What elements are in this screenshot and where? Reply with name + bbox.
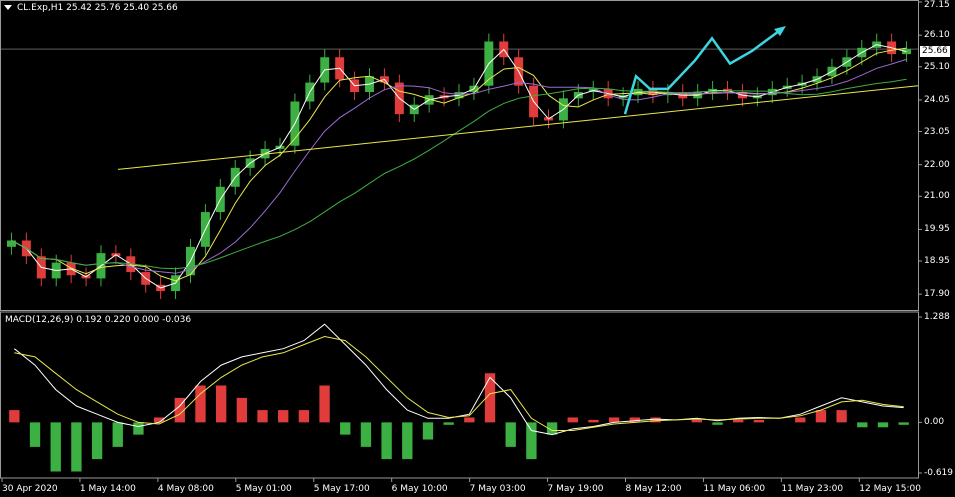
current-price-tag: 25.66 <box>920 46 950 57</box>
time-tick-label: 7 May 19:00 <box>547 484 604 494</box>
price-tick-label: 17.90 <box>924 289 950 300</box>
time-tick-label: 7 May 03:00 <box>469 484 526 494</box>
price-tick-label: 27.15 <box>924 0 950 10</box>
price-tick-label: 21.00 <box>924 191 950 202</box>
main-panel-border <box>0 0 919 311</box>
price-tick-label: 19.95 <box>924 224 950 235</box>
macd-tick-label: -0.619 <box>924 468 954 478</box>
time-tick-label: 1 May 14:00 <box>79 484 136 494</box>
price-tick-label: 23.05 <box>924 126 950 137</box>
macd-header: MACD(12,26,9) 0.192 0.220 0.000 -0.036 <box>5 315 192 325</box>
time-tick-label: 12 May 15:00 <box>859 484 922 494</box>
candle-body <box>6 240 16 247</box>
time-tick-label: 5 May 01:00 <box>235 484 292 494</box>
time-tick-label: 11 May 06:00 <box>703 484 766 494</box>
price-tick-label: 26.10 <box>924 30 950 41</box>
candle-body <box>902 49 912 55</box>
price-tick-label: 24.05 <box>924 94 950 105</box>
trading-chart[interactable]: CL.Exp,H1 25.42 25.76 25.40 25.66 MACD(1… <box>0 0 955 497</box>
price-tick-label: 25.10 <box>924 61 950 72</box>
ma-line-4 <box>11 78 907 270</box>
time-tick-label: 5 May 17:00 <box>313 484 370 494</box>
price-tick-label: 22.00 <box>924 159 950 170</box>
macd-tick-label: 0.00 <box>924 417 945 428</box>
time-tick-label: 6 May 10:00 <box>391 484 448 494</box>
symbol-header: CL.Exp,H1 25.42 25.76 25.40 25.66 <box>17 3 178 13</box>
time-tick-label: 4 May 08:00 <box>157 484 214 494</box>
signal-line <box>14 335 904 431</box>
projection-arrow <box>623 27 783 115</box>
price-tick-label: 18.95 <box>924 256 950 267</box>
time-tick-label: 30 Apr 2020 <box>2 484 58 494</box>
chevron-down-icon[interactable] <box>4 5 12 10</box>
chart-canvas[interactable] <box>0 0 955 497</box>
time-tick-label: 8 May 12:00 <box>625 484 682 494</box>
macd-tick-label: 1.288 <box>924 312 950 322</box>
time-tick-label: 11 May 23:00 <box>781 484 844 494</box>
macd-panel-border <box>0 311 919 479</box>
